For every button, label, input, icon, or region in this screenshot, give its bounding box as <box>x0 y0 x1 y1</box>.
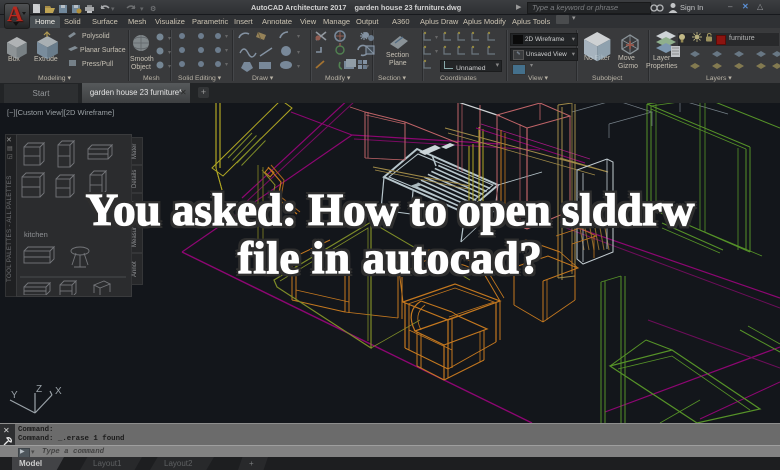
svg-text:▾: ▾ <box>225 48 228 54</box>
svg-text:▾: ▾ <box>297 64 300 70</box>
svg-text:▾: ▾ <box>111 6 115 13</box>
svg-text:▾: ▾ <box>297 50 300 56</box>
svg-text:⚙: ⚙ <box>150 5 156 13</box>
svg-text:▾: ▾ <box>225 62 228 68</box>
svg-text:▾: ▾ <box>225 34 228 40</box>
svg-text:▾: ▾ <box>140 6 144 13</box>
svg-text:▾: ▾ <box>168 36 171 42</box>
svg-text:▾: ▾ <box>435 49 438 55</box>
svg-text:▾: ▾ <box>435 35 438 41</box>
svg-text:▾: ▾ <box>366 64 369 70</box>
svg-text:X: X <box>55 386 62 397</box>
svg-text:▾: ▾ <box>297 34 300 40</box>
svg-text:Z: Z <box>36 384 42 395</box>
svg-text:▾: ▾ <box>168 64 171 70</box>
svg-text:Y: Y <box>11 390 18 401</box>
svg-text:▾: ▾ <box>168 50 171 56</box>
